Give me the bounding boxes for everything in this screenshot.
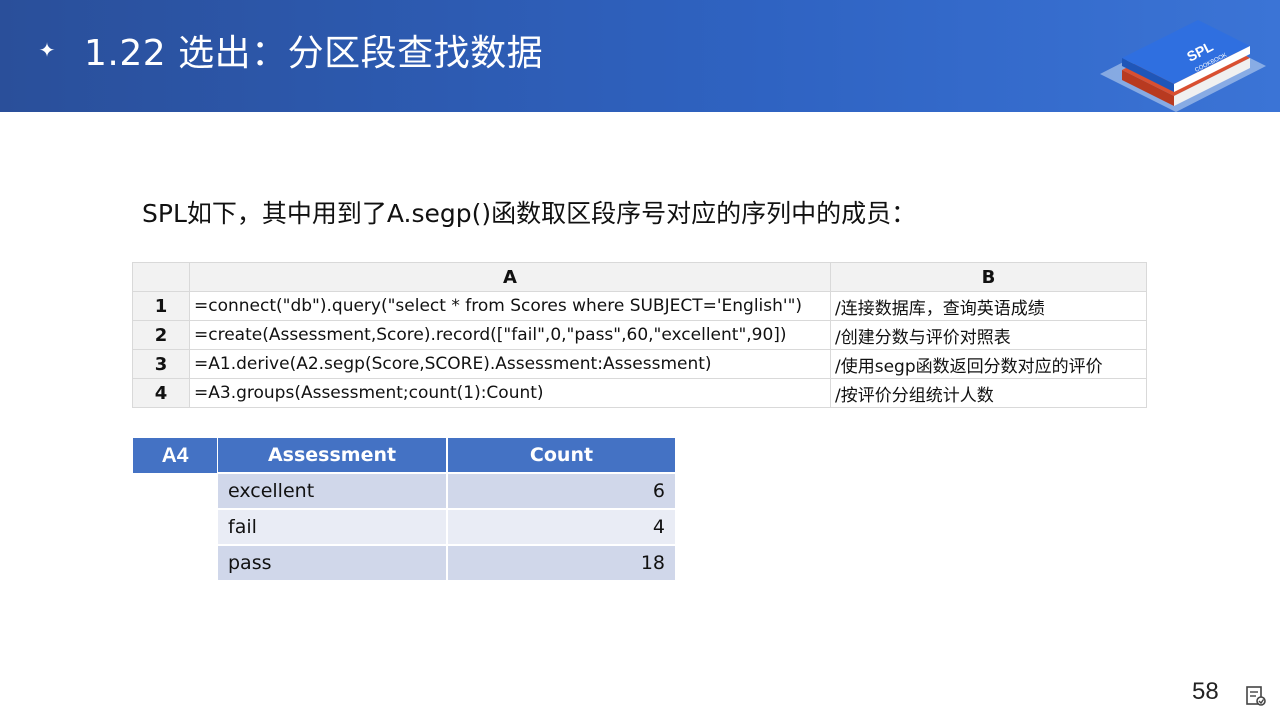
code-row: 4 =A3.groups(Assessment;count(1):Count) … [132, 378, 1147, 408]
page-number: 58 [1192, 678, 1219, 705]
code-row: 1 =connect("db").query("select * from Sc… [132, 291, 1147, 321]
code-cell[interactable]: =A1.derive(A2.segp(Score,SCORE).Assessme… [189, 349, 831, 379]
comment-cell[interactable]: /使用segp函数返回分数对应的评价 [830, 349, 1147, 379]
row-number: 4 [132, 378, 190, 408]
column-header-b: B [830, 262, 1147, 292]
comment-cell[interactable]: /按评价分组统计人数 [830, 378, 1147, 408]
column-header-a: A [189, 262, 831, 292]
presenter-view-icon[interactable] [1244, 684, 1268, 708]
code-row: 3 =A1.derive(A2.segp(Score,SCORE).Assess… [132, 349, 1147, 379]
comment-cell[interactable]: /连接数据库，查询英语成绩 [830, 291, 1147, 321]
intro-text: SPL如下，其中用到了A.segp()函数取区段序号对应的序列中的成员： [142, 199, 917, 228]
result-cell-label: A4 [133, 438, 217, 473]
code-cell[interactable]: =create(Assessment,Score).record(["fail"… [189, 320, 831, 350]
row-number: 3 [132, 349, 190, 379]
table-row: pass 18 [218, 544, 675, 580]
result-table: Assessment Count excellent 6 fail 4 pass… [218, 438, 675, 580]
assessment-cell: excellent [218, 472, 448, 509]
table-row: fail 4 [218, 508, 675, 545]
assessment-cell: pass [218, 544, 448, 580]
row-number: 2 [132, 320, 190, 350]
count-cell: 18 [447, 544, 675, 580]
table-row: excellent 6 [218, 472, 675, 509]
result-header-count: Count [447, 438, 675, 473]
assessment-cell: fail [218, 508, 448, 545]
spl-code-grid: A B 1 =connect("db").query("select * fro… [132, 262, 1147, 408]
result-header-assessment: Assessment [218, 438, 448, 473]
count-cell: 6 [447, 472, 675, 509]
row-number: 1 [132, 291, 190, 321]
title-bar: ✦ 1.22 选出：分区段查找数据 SPL COOKBOOK [0, 0, 1280, 112]
four-point-star-icon: ✦ [38, 40, 56, 62]
code-row: 2 =create(Assessment,Score).record(["fai… [132, 320, 1147, 350]
slide-title: 1.22 选出：分区段查找数据 [84, 33, 544, 74]
code-cell[interactable]: =A3.groups(Assessment;count(1):Count) [189, 378, 831, 408]
spl-cookbook-logo-icon: SPL COOKBOOK [1100, 20, 1266, 112]
comment-cell[interactable]: /创建分数与评价对照表 [830, 320, 1147, 350]
code-cell[interactable]: =connect("db").query("select * from Scor… [189, 291, 831, 321]
grid-corner [132, 262, 190, 292]
count-cell: 4 [447, 508, 675, 545]
